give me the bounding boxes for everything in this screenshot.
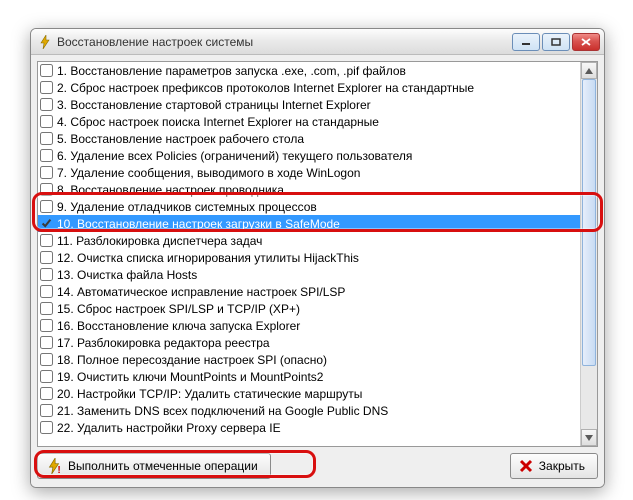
list-item-checkbox[interactable] [40,149,53,162]
list-item-checkbox[interactable] [40,166,53,179]
list-item-checkbox[interactable] [40,421,53,434]
list-item-checkbox[interactable] [40,200,53,213]
list-item-checkbox[interactable] [40,132,53,145]
list-item-checkbox[interactable] [40,336,53,349]
list-item-label: 2. Сброс настроек префиксов протоколов I… [57,81,474,95]
settings-listbox[interactable]: 1. Восстановление параметров запуска .ex… [37,61,598,447]
list-item[interactable]: 14. Автоматическое исправление настроек … [38,283,597,300]
list-item-label: 11. Разблокировка диспетчера задач [57,234,262,248]
minimize-button[interactable] [512,33,540,51]
list-item-label: 6. Удаление всех Policies (ограничений) … [57,149,412,163]
list-item[interactable]: 9. Удаление отладчиков системных процесс… [38,198,597,215]
list-item-checkbox[interactable] [40,404,53,417]
list-item[interactable]: 10. Восстановление настроек загрузки в S… [38,215,597,232]
scroll-down-button[interactable] [581,429,597,446]
list-item-label: 20. Настройки TCP/IP: Удалить статически… [57,387,362,401]
titlebar[interactable]: Восстановление настроек системы [31,29,604,55]
list-item-checkbox[interactable] [40,370,53,383]
close-window-button[interactable] [572,33,600,51]
list-item-checkbox[interactable] [40,98,53,111]
execute-button[interactable]: ! Выполнить отмеченные операции [37,453,271,479]
list-item[interactable]: 4. Сброс настроек поиска Internet Explor… [38,113,597,130]
list-item[interactable]: 3. Восстановление стартовой страницы Int… [38,96,597,113]
lightning-icon: ! [46,458,62,474]
list-item-label: 17. Разблокировка редактора реестра [57,336,270,350]
list-item-label: 1. Восстановление параметров запуска .ex… [57,64,406,78]
list-item[interactable]: 6. Удаление всех Policies (ограничений) … [38,147,597,164]
list-item-checkbox[interactable] [40,217,53,230]
list-item-checkbox[interactable] [40,353,53,366]
list-item[interactable]: 19. Очистить ключи MountPoints и MountPo… [38,368,597,385]
list-item-checkbox[interactable] [40,64,53,77]
window-title: Восстановление настроек системы [57,35,512,49]
list-item-label: 7. Удаление сообщения, выводимого в ходе… [57,166,360,180]
scroll-track[interactable] [581,79,597,429]
list-item-label: 22. Удалить настройки Proxy сервера IE [57,421,281,435]
list-item-checkbox[interactable] [40,387,53,400]
list-item-checkbox[interactable] [40,251,53,264]
list-item-label: 5. Восстановление настроек рабочего стол… [57,132,304,146]
list-item[interactable]: 15. Сброс настроек SPI/LSP и TCP/IP (XP+… [38,300,597,317]
list-item-checkbox[interactable] [40,81,53,94]
close-button[interactable]: Закрыть [510,453,598,479]
list-item-label: 10. Восстановление настроек загрузки в S… [57,217,340,231]
list-item-label: 18. Полное пересоздание настроек SPI (оп… [57,353,327,367]
scrollbar[interactable] [580,62,597,446]
list-item[interactable]: 17. Разблокировка редактора реестра [38,334,597,351]
list-item[interactable]: 2. Сброс настроек префиксов протоколов I… [38,79,597,96]
list-item-checkbox[interactable] [40,115,53,128]
window-controls [512,33,600,51]
execute-button-label: Выполнить отмеченные операции [68,459,258,473]
content-area: 1. Восстановление параметров запуска .ex… [31,55,604,487]
list-item[interactable]: 7. Удаление сообщения, выводимого в ходе… [38,164,597,181]
svg-text:!: ! [57,465,60,474]
list-item[interactable]: 21. Заменить DNS всех подключений на Goo… [38,402,597,419]
list-item-label: 21. Заменить DNS всех подключений на Goo… [57,404,388,418]
window: Восстановление настроек системы 1. Восст… [30,28,605,488]
list-item-label: 8. Восстановление настроек проводника [57,183,284,197]
list-item-checkbox[interactable] [40,183,53,196]
list-item-label: 13. Очистка файла Hosts [57,268,197,282]
scroll-thumb[interactable] [582,79,596,366]
close-button-label: Закрыть [539,459,585,473]
close-icon [519,459,533,473]
list-item-checkbox[interactable] [40,302,53,315]
list-item-label: 12. Очистка списка игнорирования утилиты… [57,251,359,265]
list-item[interactable]: 13. Очистка файла Hosts [38,266,597,283]
list-item[interactable]: 18. Полное пересоздание настроек SPI (оп… [38,351,597,368]
list-item-label: 9. Удаление отладчиков системных процесс… [57,200,317,214]
list-item[interactable]: 22. Удалить настройки Proxy сервера IE [38,419,597,436]
button-bar: ! Выполнить отмеченные операции Закрыть [37,453,598,479]
list-item-label: 3. Восстановление стартовой страницы Int… [57,98,371,112]
list-item[interactable]: 8. Восстановление настроек проводника [38,181,597,198]
list-item[interactable]: 1. Восстановление параметров запуска .ex… [38,62,597,79]
list-item[interactable]: 16. Восстановление ключа запуска Explore… [38,317,597,334]
list-item-label: 16. Восстановление ключа запуска Explore… [57,319,300,333]
lightning-icon [37,34,53,50]
list-item[interactable]: 12. Очистка списка игнорирования утилиты… [38,249,597,266]
list-item-checkbox[interactable] [40,285,53,298]
list-item[interactable]: 5. Восстановление настроек рабочего стол… [38,130,597,147]
list-item-checkbox[interactable] [40,234,53,247]
list-item[interactable]: 20. Настройки TCP/IP: Удалить статически… [38,385,597,402]
list-item-checkbox[interactable] [40,268,53,281]
list-item-label: 4. Сброс настроек поиска Internet Explor… [57,115,379,129]
list-item-label: 14. Автоматическое исправление настроек … [57,285,345,299]
scroll-up-button[interactable] [581,62,597,79]
list-item-label: 19. Очистить ключи MountPoints и MountPo… [57,370,323,384]
maximize-button[interactable] [542,33,570,51]
list-item-checkbox[interactable] [40,319,53,332]
list-item[interactable]: 11. Разблокировка диспетчера задач [38,232,597,249]
list-item-label: 15. Сброс настроек SPI/LSP и TCP/IP (XP+… [57,302,300,316]
